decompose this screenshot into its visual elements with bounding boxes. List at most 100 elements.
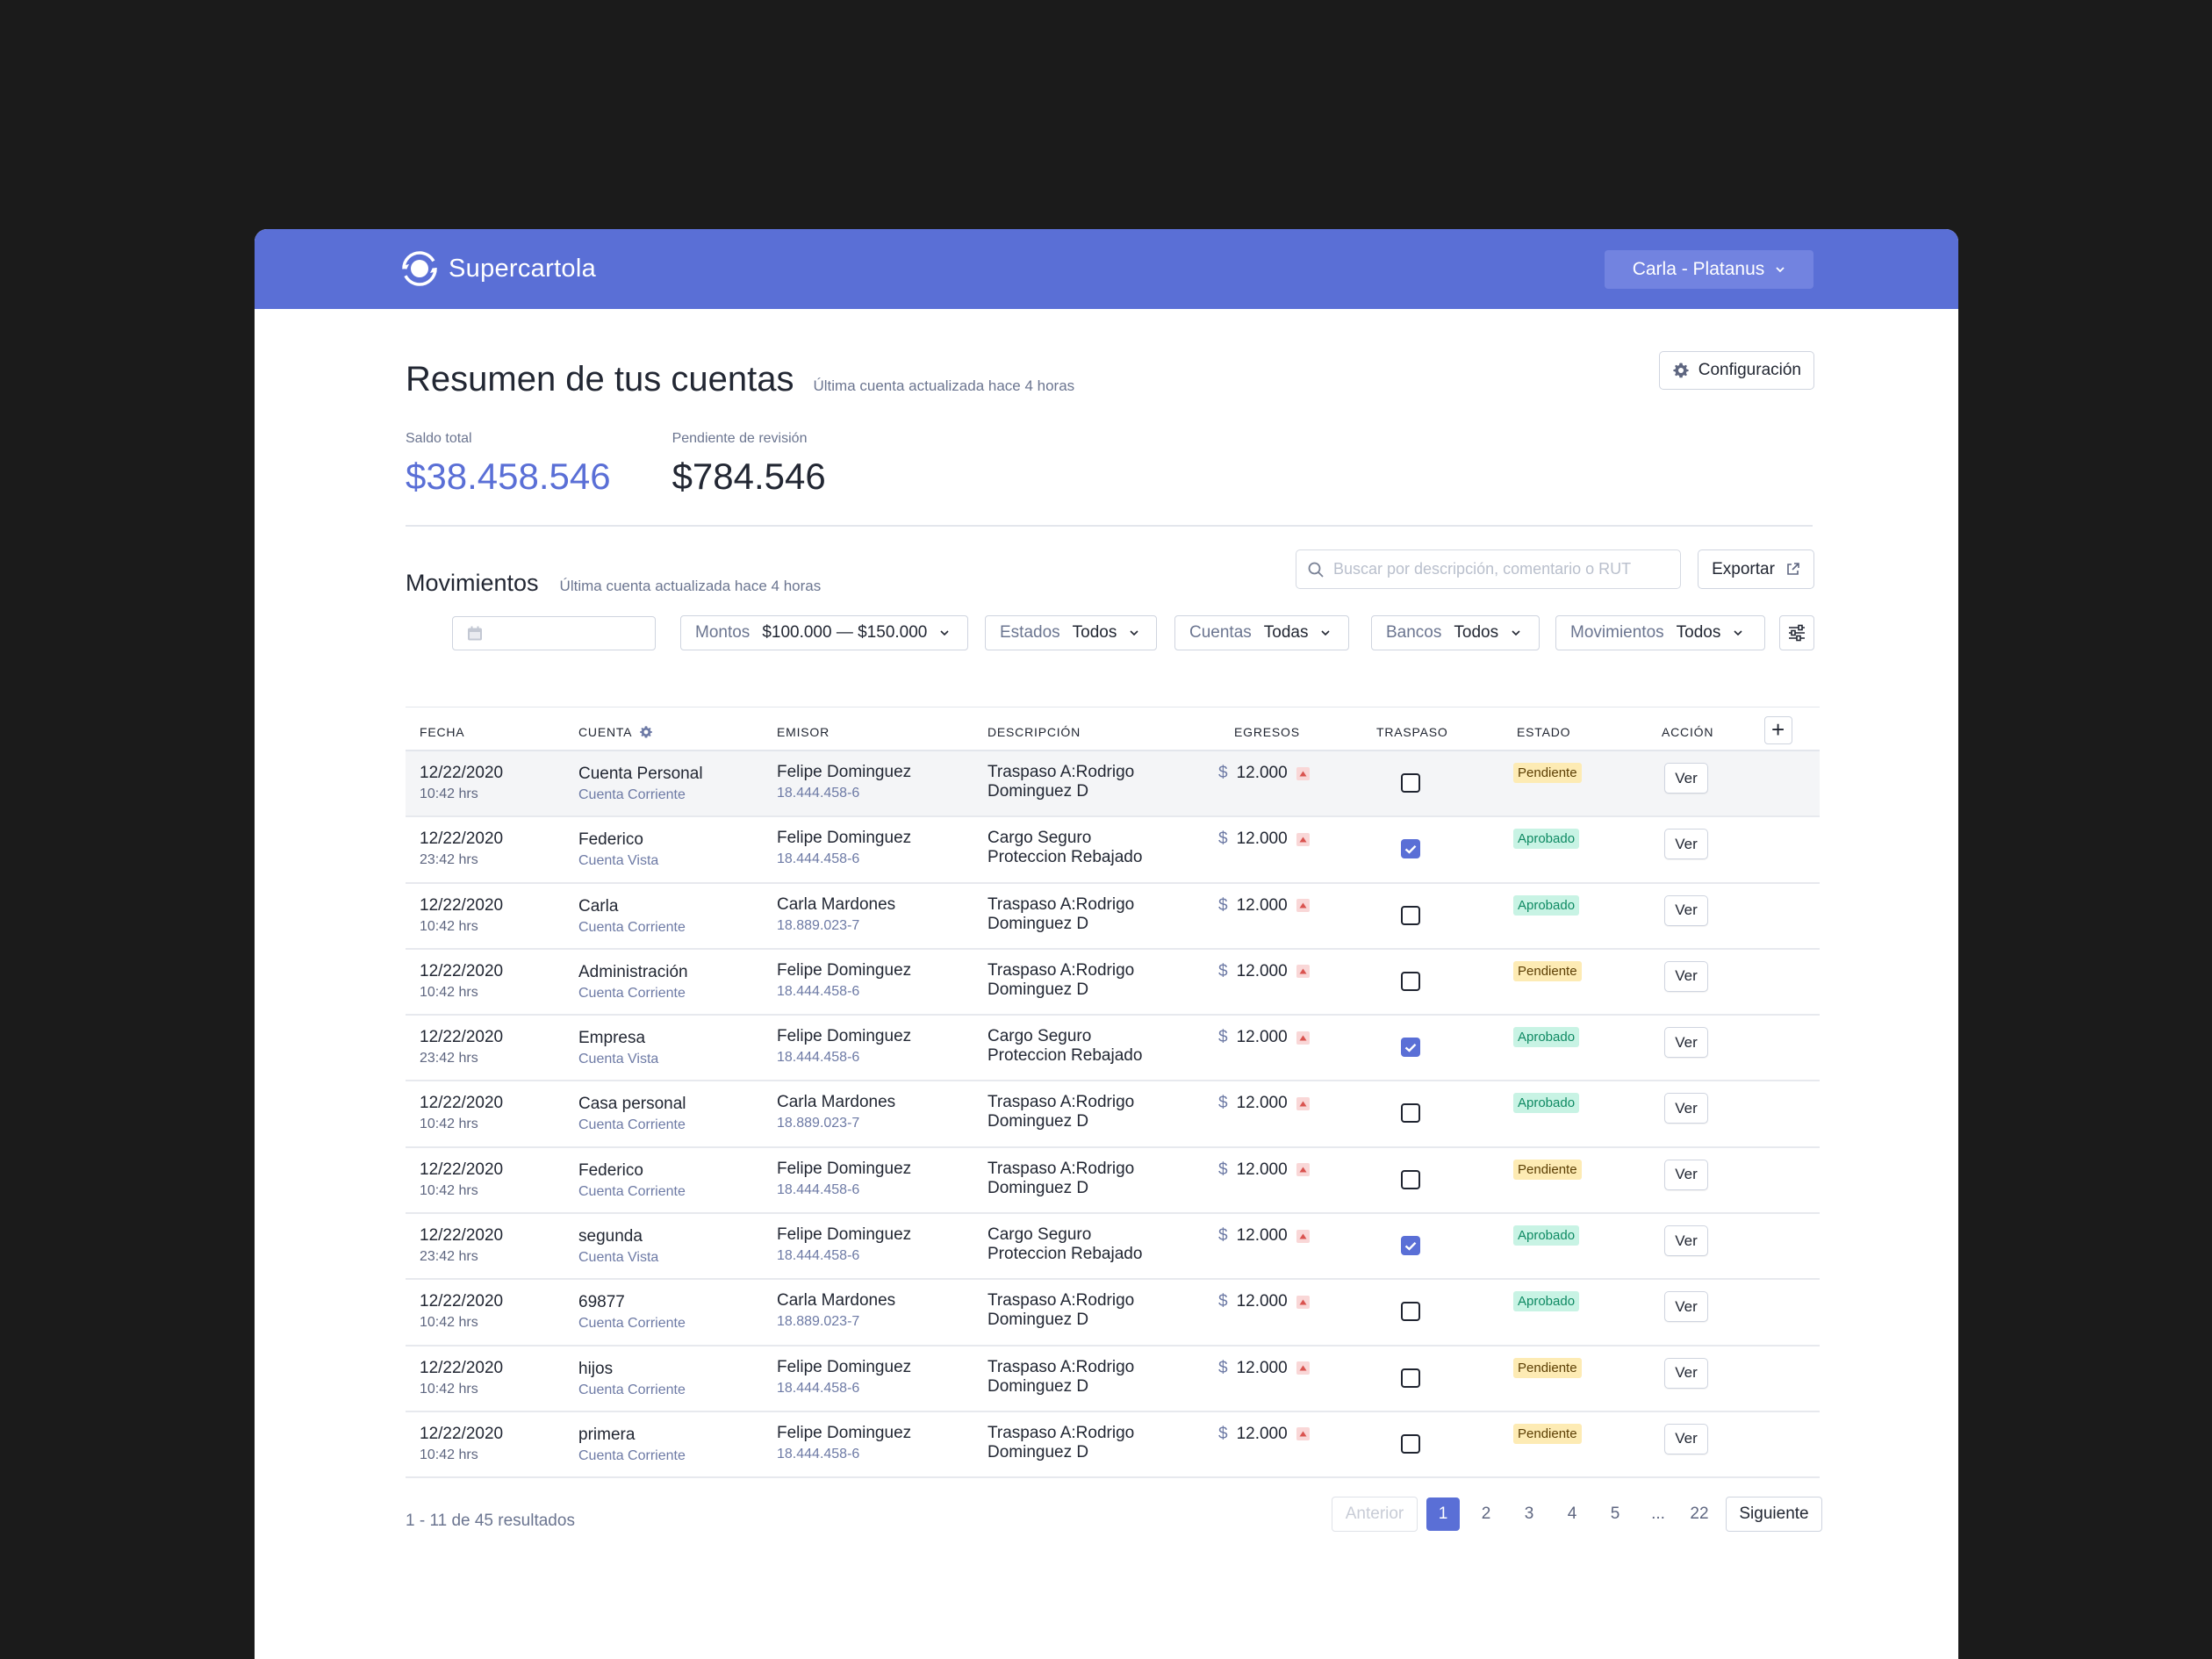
table-row[interactable]: 12/22/2020 10:42 hrs Carla Cuenta Corriente… bbox=[406, 884, 1820, 950]
transfer-checkbox[interactable] bbox=[1401, 971, 1420, 991]
column-header-cuenta[interactable]: CUENTA bbox=[578, 725, 653, 739]
time-text: 10:42 hrs bbox=[420, 918, 478, 934]
description-cell: Traspaso A:Rodrigo Dominguez D bbox=[988, 763, 1154, 801]
currency-symbol: $ bbox=[1218, 961, 1228, 980]
description-line-1: Traspaso A:Rodrigo bbox=[988, 1357, 1135, 1376]
transfer-checkbox[interactable] bbox=[1401, 1302, 1420, 1322]
view-button[interactable]: Ver bbox=[1664, 1291, 1708, 1323]
page-button-5[interactable]: 5 bbox=[1598, 1497, 1632, 1532]
description-cell: Traspaso A:Rodrigo Dominguez D bbox=[988, 961, 1154, 1000]
status-filter[interactable]: Estados Todos bbox=[985, 615, 1157, 650]
table-row[interactable]: 12/22/2020 10:42 hrs Federico Cuenta Corrie… bbox=[406, 1148, 1820, 1215]
date-cell: 12/22/2020 10:42 hrs bbox=[420, 962, 503, 1002]
search-icon bbox=[1308, 562, 1324, 578]
table-row[interactable]: 12/22/2020 10:42 hrs Cuenta Personal Cuenta… bbox=[406, 751, 1820, 818]
status-cell: Aprobado bbox=[1513, 1093, 1580, 1114]
date-text: 12/22/2020 bbox=[420, 764, 504, 782]
issuer-cell: Felipe Dominguez 18.444.458-6 bbox=[777, 961, 911, 1001]
column-header-descripcion[interactable]: DESCRIPCIÓN bbox=[988, 725, 1081, 739]
table-row[interactable]: 12/22/2020 23:42 hrs Empresa Cuenta Vista Fe… bbox=[406, 1016, 1820, 1082]
configuration-button[interactable]: Configuración bbox=[1658, 351, 1814, 390]
page-button-1[interactable]: 1 bbox=[1426, 1497, 1460, 1531]
add-column-button[interactable]: + bbox=[1764, 716, 1792, 744]
amount-filter-value: $100.000 — $150.000 bbox=[762, 623, 928, 642]
view-button[interactable]: Ver bbox=[1664, 763, 1708, 794]
page-button-3[interactable]: 3 bbox=[1512, 1497, 1546, 1532]
view-button[interactable]: Ver bbox=[1664, 1027, 1708, 1059]
user-menu-button[interactable]: Carla - Platanus bbox=[1605, 250, 1813, 289]
column-header-estado[interactable]: ESTADO bbox=[1517, 725, 1570, 739]
amount-cell: $12.000 bbox=[1218, 1359, 1310, 1378]
view-button[interactable]: Ver bbox=[1664, 1225, 1708, 1257]
transfer-checkbox[interactable] bbox=[1401, 839, 1420, 859]
transfer-checkbox[interactable] bbox=[1401, 1103, 1420, 1124]
table-row[interactable]: 12/22/2020 10:42 hrs hijos Cuenta Corriente… bbox=[406, 1347, 1820, 1412]
date-cell: 12/22/2020 10:42 hrs bbox=[420, 1359, 503, 1398]
column-header-fecha[interactable]: FECHA bbox=[420, 725, 464, 739]
account-cell: hijos Cuenta Corriente bbox=[578, 1360, 686, 1399]
arrow-up-icon bbox=[1299, 837, 1307, 843]
amount-cell: $12.000 bbox=[1218, 1028, 1310, 1047]
account-type: Cuenta Corriente bbox=[578, 1183, 686, 1199]
pagination: Anterior 1 2 3 4 5 ... 22 Siguiente bbox=[1332, 1497, 1822, 1532]
transfer-checkbox[interactable] bbox=[1401, 1038, 1420, 1058]
transfer-checkbox[interactable] bbox=[1401, 1433, 1420, 1454]
next-page-button[interactable]: Siguiente bbox=[1726, 1497, 1822, 1532]
view-button[interactable]: Ver bbox=[1664, 960, 1708, 992]
view-button[interactable]: Ver bbox=[1664, 1357, 1708, 1389]
table-row[interactable]: 12/22/2020 23:42 hrs segunda Cuenta Vista Fe… bbox=[406, 1214, 1820, 1281]
movements-filter[interactable]: Movimientos Todos bbox=[1555, 615, 1765, 650]
transfer-checkbox[interactable] bbox=[1401, 1368, 1420, 1388]
account-type: Cuenta Corriente bbox=[578, 787, 686, 802]
date-range-input[interactable] bbox=[452, 616, 656, 650]
page-button-4[interactable]: 4 bbox=[1555, 1497, 1589, 1532]
table-row[interactable]: 12/22/2020 10:42 hrs Casa personal Cuenta C… bbox=[406, 1081, 1820, 1148]
table-row[interactable]: 12/22/2020 10:42 hrs primera Cuenta Corrien… bbox=[406, 1412, 1820, 1479]
gear-icon[interactable] bbox=[639, 725, 653, 739]
amount-cell: $12.000 bbox=[1218, 764, 1310, 783]
date-text: 12/22/2020 bbox=[420, 961, 504, 980]
chevron-down-icon bbox=[1776, 267, 1785, 273]
table-row[interactable]: 12/22/2020 23:42 hrs Federico Cuenta Vista F… bbox=[406, 817, 1820, 884]
movements-filter-value: Todos bbox=[1676, 623, 1721, 642]
advanced-filters-button[interactable] bbox=[1779, 615, 1814, 650]
description-line-2: Dominguez D bbox=[988, 1442, 1089, 1462]
description-cell: Traspaso A:Rodrigo Dominguez D bbox=[988, 1358, 1154, 1397]
amount-cell: $12.000 bbox=[1218, 830, 1310, 849]
table-row[interactable]: 12/22/2020 10:42 hrs Administración Cuenta … bbox=[406, 950, 1820, 1016]
page-button-2[interactable]: 2 bbox=[1469, 1497, 1503, 1532]
column-header-emisor[interactable]: EMISOR bbox=[777, 725, 830, 739]
date-cell: 12/22/2020 23:42 hrs bbox=[420, 1028, 503, 1067]
table-body: 12/22/2020 10:42 hrs Cuenta Personal Cuenta… bbox=[406, 751, 1820, 1479]
table-row[interactable]: 12/22/2020 10:42 hrs 69877 Cuenta Corriente… bbox=[406, 1280, 1820, 1347]
issuer-name: Felipe Dominguez bbox=[777, 763, 912, 781]
transfer-checkbox[interactable] bbox=[1401, 1169, 1420, 1189]
column-header-egresos[interactable]: EGRESOS bbox=[1234, 725, 1300, 739]
brand-logo[interactable]: Supercartola bbox=[399, 248, 596, 289]
accounts-filter[interactable]: Cuentas Todas bbox=[1174, 615, 1349, 650]
date-cell: 12/22/2020 10:42 hrs bbox=[420, 1094, 503, 1133]
banks-filter[interactable]: Bancos Todos bbox=[1371, 615, 1540, 650]
search-input[interactable] bbox=[1333, 560, 1670, 578]
account-name: segunda bbox=[578, 1227, 643, 1246]
view-button[interactable]: Ver bbox=[1664, 1093, 1708, 1124]
date-text: 12/22/2020 bbox=[420, 1094, 504, 1113]
view-button[interactable]: Ver bbox=[1664, 894, 1708, 926]
column-header-traspaso[interactable]: TRASPASO bbox=[1376, 725, 1448, 739]
action-cell: Ver bbox=[1664, 1357, 1708, 1389]
currency-symbol: $ bbox=[1218, 1160, 1228, 1179]
page-button-22[interactable]: 22 bbox=[1682, 1497, 1717, 1532]
transfer-checkbox[interactable] bbox=[1401, 1236, 1420, 1256]
view-button[interactable]: Ver bbox=[1664, 829, 1708, 860]
transfer-checkbox[interactable] bbox=[1401, 905, 1420, 925]
view-button[interactable]: Ver bbox=[1664, 1159, 1708, 1190]
issuer-cell: Felipe Dominguez 18.444.458-6 bbox=[777, 763, 911, 802]
view-button[interactable]: Ver bbox=[1664, 1423, 1708, 1454]
transfer-checkbox[interactable] bbox=[1401, 773, 1420, 793]
column-header-accion[interactable]: ACCIÓN bbox=[1662, 725, 1713, 739]
prev-page-button[interactable]: Anterior bbox=[1332, 1497, 1418, 1532]
export-button[interactable]: Exportar bbox=[1698, 549, 1814, 589]
amount-filter[interactable]: Montos $100.000 — $150.000 bbox=[680, 615, 968, 650]
issuer-rut: 18.444.458-6 bbox=[777, 1380, 860, 1396]
pending-review-label: Pendiente de revisión bbox=[672, 431, 808, 446]
